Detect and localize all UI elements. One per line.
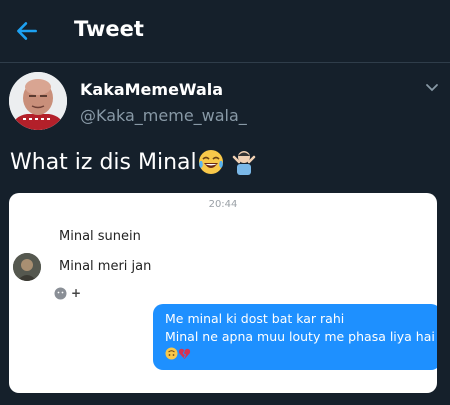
chevron-down-icon[interactable] xyxy=(424,82,440,94)
outgoing-message-line: Minal ne apna muu louty me phasa liya ha… xyxy=(165,329,435,344)
upside-down-face-icon xyxy=(165,347,178,360)
emoji-reaction-icon[interactable] xyxy=(54,287,67,300)
laughing-tears-icon xyxy=(198,150,223,174)
top-bar: Tweet xyxy=(0,0,450,63)
add-reaction-button[interactable]: + xyxy=(71,286,81,300)
outgoing-message-bubble: Me minal ki dost bat kar rahi Minal ne a… xyxy=(153,304,437,370)
incoming-message: Minal meri jan xyxy=(59,259,152,274)
avatar-image xyxy=(9,72,67,130)
outgoing-emojis xyxy=(165,347,191,360)
tweet-text-row: What iz dis Minal xyxy=(10,148,258,176)
broken-heart-icon xyxy=(178,348,191,359)
author-handle[interactable]: @Kaka_meme_wala_ xyxy=(80,106,247,125)
page-title: Tweet xyxy=(74,17,144,41)
chat-screenshot[interactable]: 20:44 Minal sunein Minal meri jan + Me m… xyxy=(9,193,437,393)
back-arrow-icon[interactable] xyxy=(14,18,40,44)
chat-timestamp: 20:44 xyxy=(208,199,238,210)
tweet-text: What iz dis Minal xyxy=(10,149,197,175)
avatar[interactable] xyxy=(9,72,67,130)
reaction-bar[interactable]: + xyxy=(54,286,81,300)
author-name[interactable]: KakaMemeWala xyxy=(80,80,223,99)
incoming-message: Minal sunein xyxy=(59,229,141,244)
shrug-person-icon xyxy=(232,151,255,175)
outgoing-message-line: Me minal ki dost bat kar rahi xyxy=(165,311,345,326)
chat-avatar xyxy=(13,253,41,281)
